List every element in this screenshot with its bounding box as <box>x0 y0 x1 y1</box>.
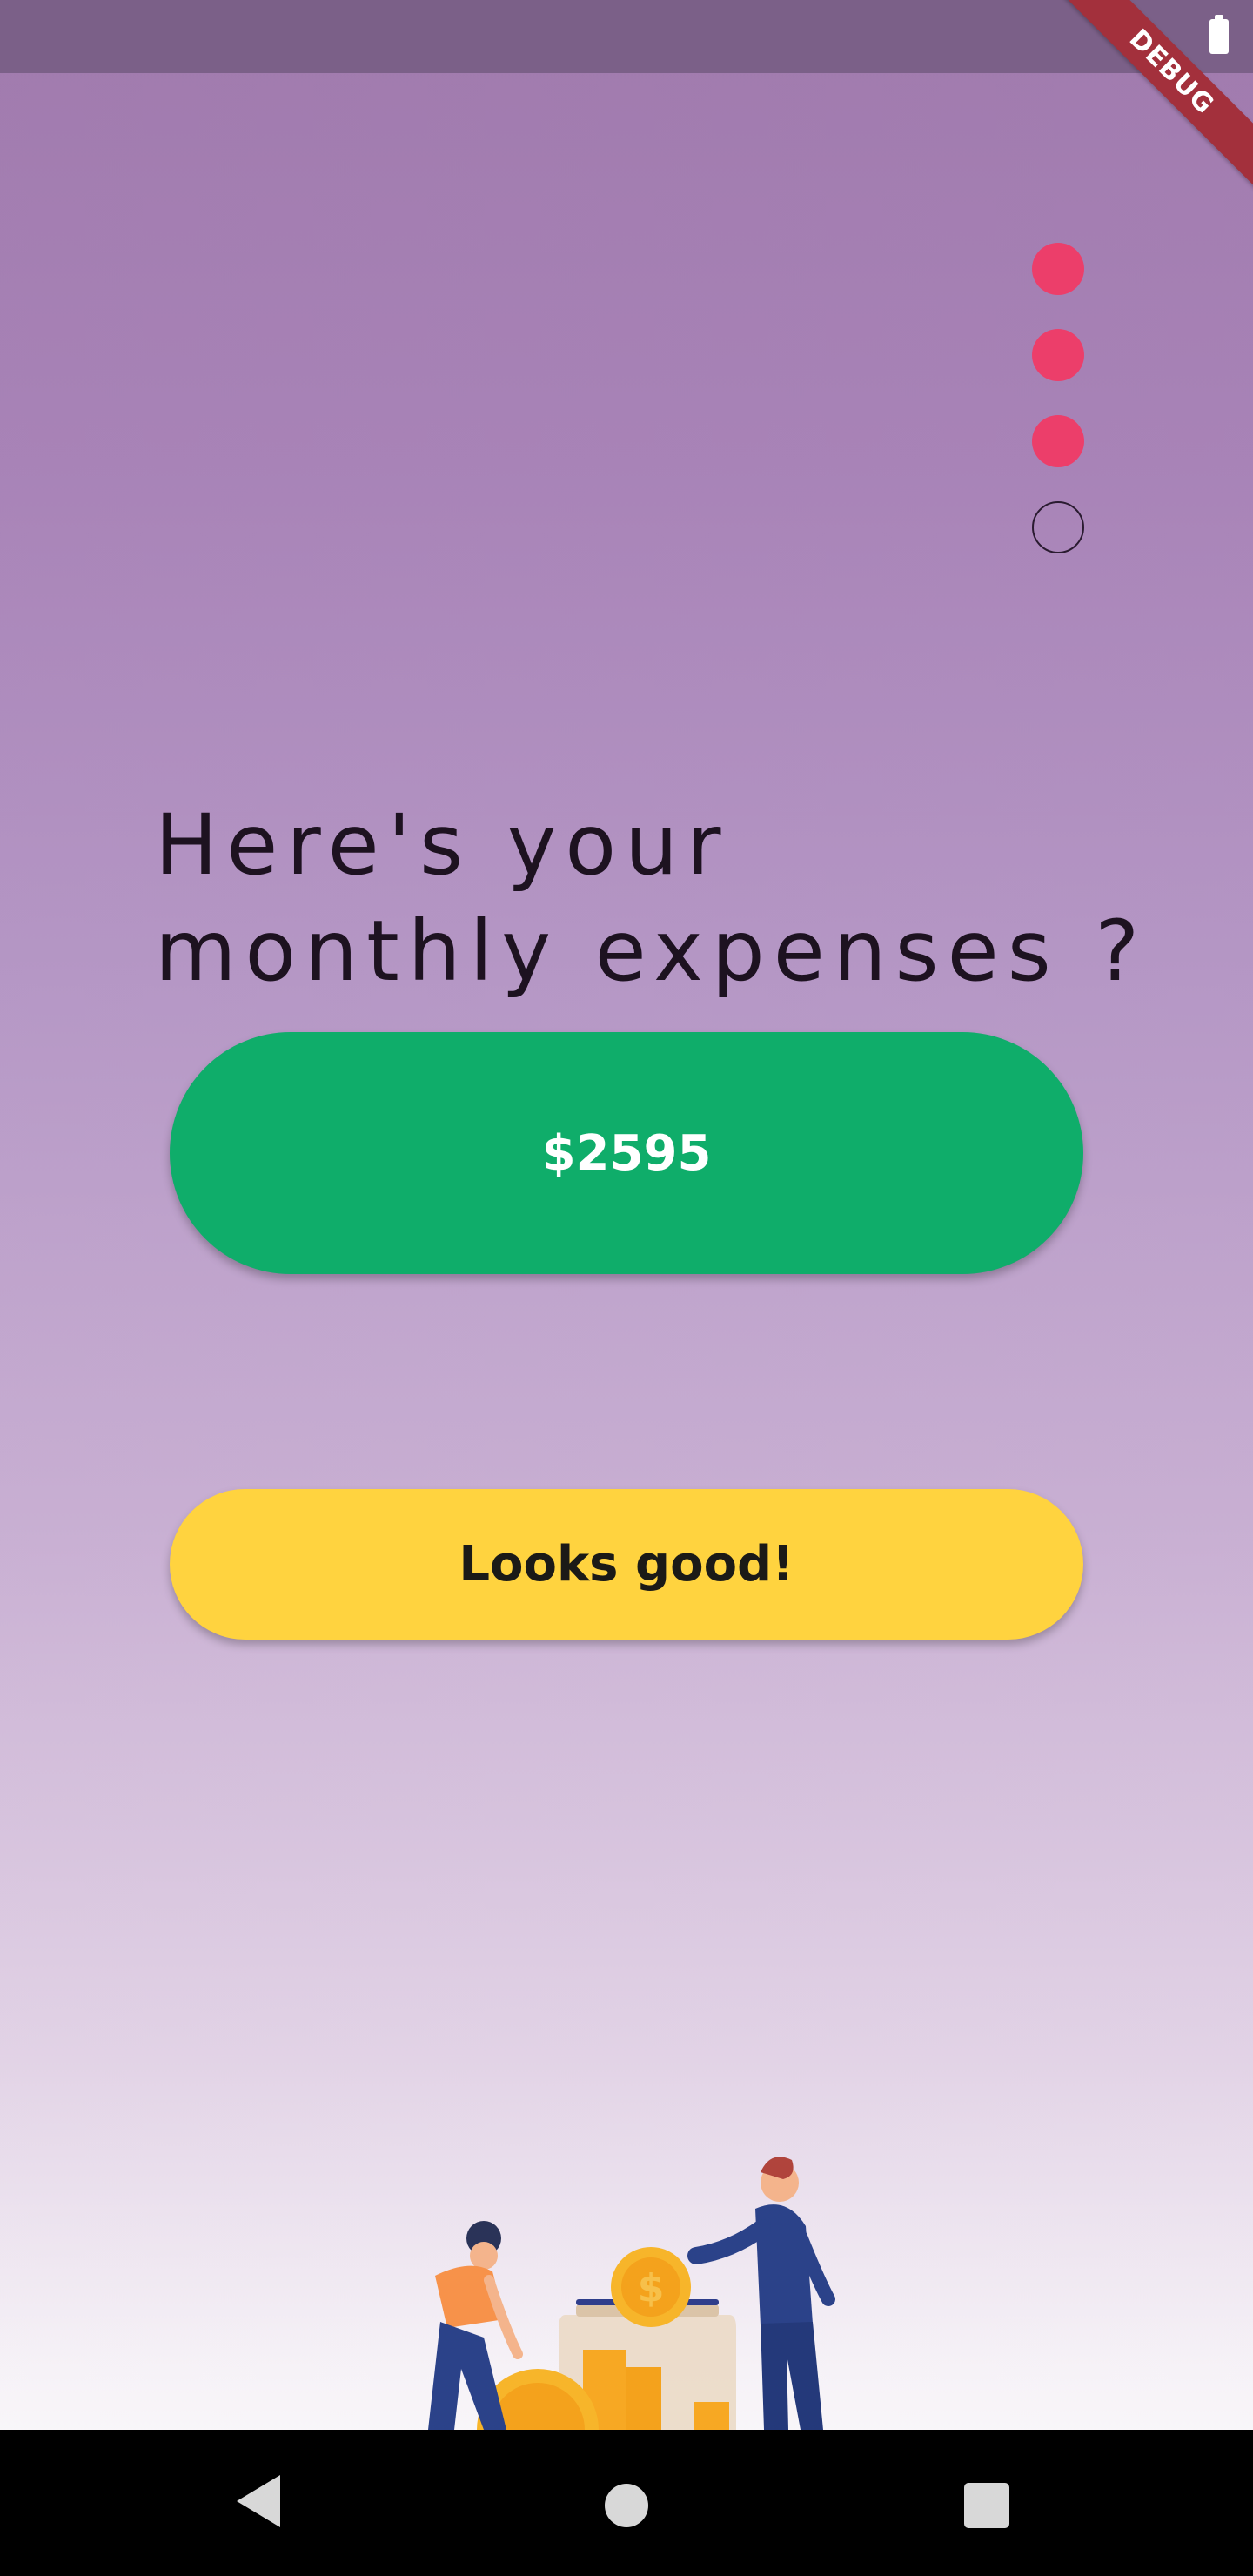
battery-icon <box>1209 15 1229 54</box>
back-triangle-icon[interactable] <box>235 2473 282 2529</box>
system-navigation-bar <box>0 2430 1253 2576</box>
svg-text:$: $ <box>638 2266 665 2311</box>
recent-square-icon[interactable] <box>964 2483 1009 2528</box>
status-bar <box>0 0 1253 73</box>
home-circle-icon[interactable] <box>605 2484 648 2527</box>
expense-amount-value: $2595 <box>541 1124 712 1182</box>
saving-coins-illustration: $ <box>428 2157 835 2430</box>
looks-good-label: Looks good! <box>459 1536 794 1593</box>
progress-dot-4 <box>1032 501 1084 553</box>
progress-dot-3 <box>1032 415 1084 467</box>
looks-good-button[interactable]: Looks good! <box>170 1489 1083 1640</box>
progress-dot-1 <box>1032 243 1084 295</box>
question-heading: Here's your monthly expenses ? <box>155 796 1149 1000</box>
progress-dot-2 <box>1032 329 1084 381</box>
expense-amount-display[interactable]: $2595 <box>170 1032 1083 1274</box>
